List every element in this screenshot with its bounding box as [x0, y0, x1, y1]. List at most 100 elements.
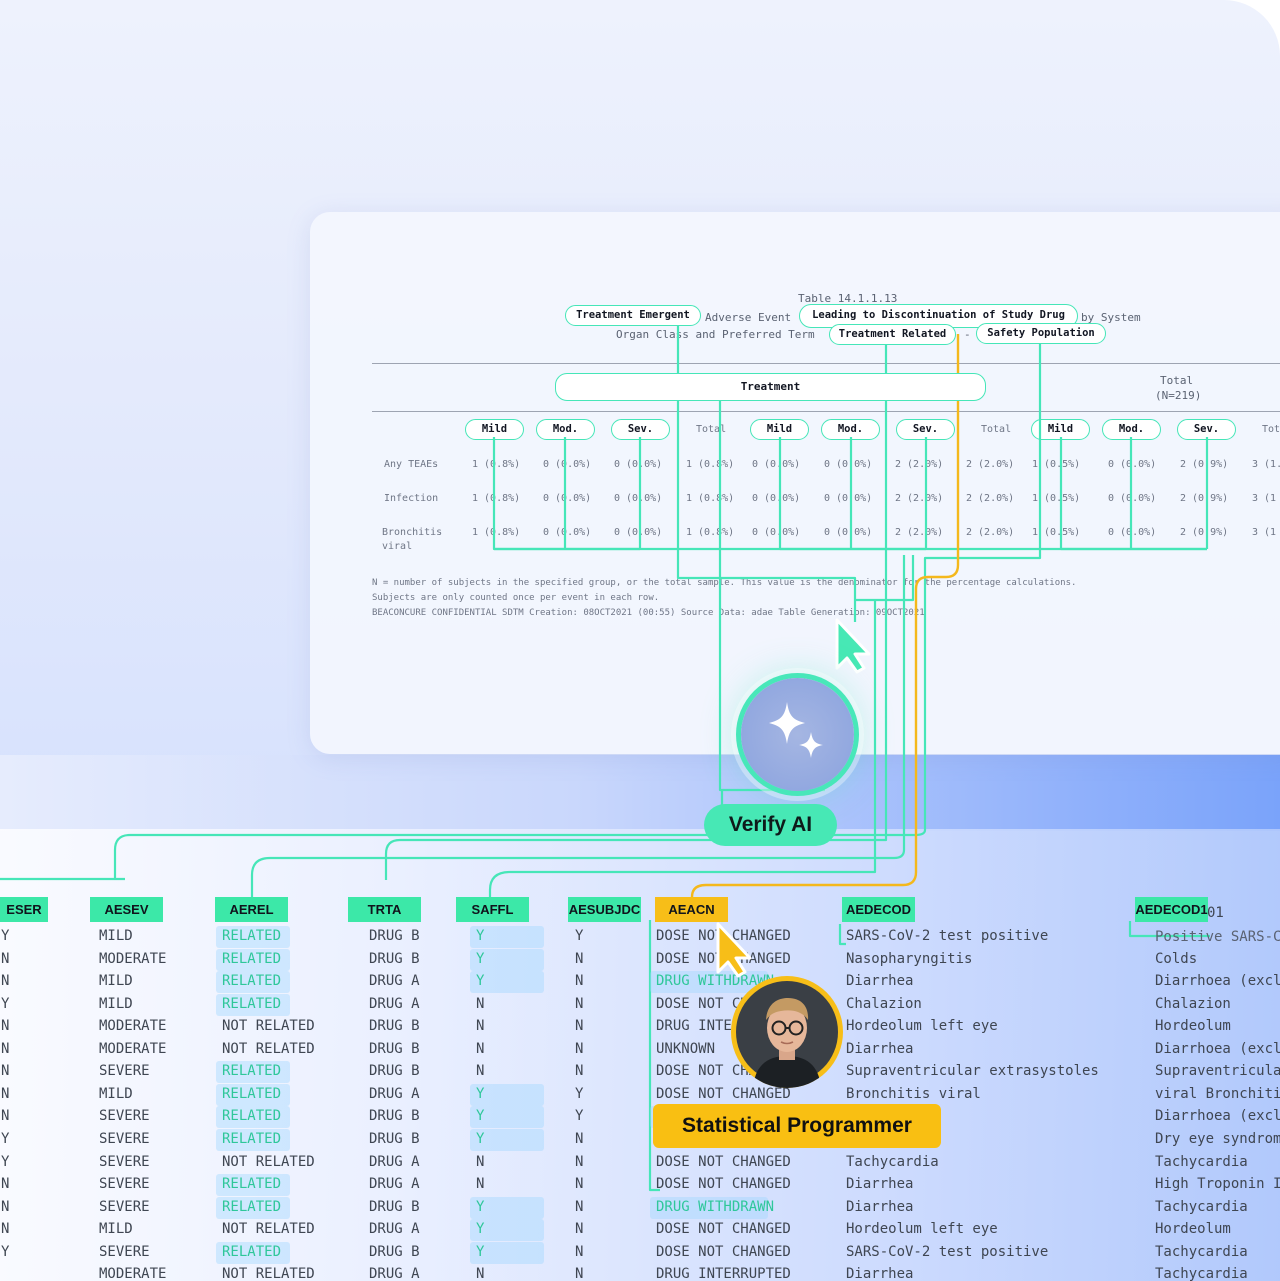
cell-trta[interactable]: DRUG A: [369, 996, 420, 1012]
cell-saffl[interactable]: N: [476, 1176, 484, 1192]
cell-trta[interactable]: DRUG B: [369, 1199, 420, 1215]
cell-saffl[interactable]: Y: [476, 1108, 484, 1124]
verify-ai-orb[interactable]: [741, 678, 854, 791]
cell-aeser[interactable]: N: [1, 1176, 9, 1192]
col-header-aerel[interactable]: AEREL: [215, 897, 288, 922]
cell-aesubjdc[interactable]: Y: [575, 1108, 583, 1124]
cell-trta[interactable]: DRUG B: [369, 928, 420, 944]
chip-safety-population[interactable]: Safety Population: [976, 323, 1106, 344]
chip-treatment[interactable]: Treatment: [555, 373, 986, 401]
cell-aeacn[interactable]: DOSE NOT CHANGED: [656, 1176, 791, 1192]
cell-aedecod[interactable]: Hordeolum left eye: [846, 1221, 998, 1237]
cell-aedecod1[interactable]: Supraventricula: [1155, 1063, 1280, 1079]
cell-aesubjdc[interactable]: Y: [575, 1086, 583, 1102]
cell-trta[interactable]: DRUG B: [369, 1108, 420, 1124]
cell-aerel[interactable]: NOT RELATED: [222, 1041, 315, 1057]
cell-saffl[interactable]: N: [476, 1041, 484, 1057]
cell-trta[interactable]: DRUG B: [369, 1041, 420, 1057]
cell-trta[interactable]: DRUG B: [369, 1063, 420, 1079]
cell-aerel[interactable]: NOT RELATED: [222, 1154, 315, 1170]
cell-aesubjdc[interactable]: N: [575, 1244, 583, 1260]
col-header-aeser[interactable]: ESER: [0, 897, 48, 922]
cell-aesev[interactable]: MILD: [99, 1086, 133, 1102]
col-header-saffl[interactable]: SAFFL: [456, 897, 529, 922]
cell-aeacn[interactable]: DOSE NOT CHANGED: [656, 1244, 791, 1260]
cell-aeser[interactable]: Y: [1, 928, 9, 944]
cell-aerel[interactable]: NOT RELATED: [222, 1266, 315, 1281]
cell-aesev[interactable]: SEVERE: [99, 1244, 150, 1260]
cell-aerel[interactable]: RELATED: [222, 928, 281, 944]
cell-aedecod1[interactable]: Colds: [1155, 951, 1197, 967]
cell-aeser[interactable]: Y: [1, 996, 9, 1012]
cell-aedecod[interactable]: Diarrhea: [846, 1266, 913, 1281]
cell-aesev[interactable]: MODERATE: [99, 1266, 166, 1281]
cell-trta[interactable]: DRUG A: [369, 1221, 420, 1237]
cell-aedecod[interactable]: Hordeolum left eye: [846, 1018, 998, 1034]
cell-aeser[interactable]: N: [1, 973, 9, 989]
cell-aerel[interactable]: RELATED: [222, 996, 281, 1012]
cell-aeser[interactable]: Y: [1, 1154, 9, 1170]
cell-aerel[interactable]: RELATED: [222, 1244, 281, 1260]
cell-trta[interactable]: DRUG A: [369, 973, 420, 989]
cell-aesubjdc[interactable]: N: [575, 951, 583, 967]
cell-aedecod1[interactable]: Tachycardia: [1155, 1266, 1248, 1281]
cell-aeacn[interactable]: DOSE NOT CHANGED: [656, 1086, 791, 1102]
cell-trta[interactable]: DRUG B: [369, 1131, 420, 1147]
cell-aerel[interactable]: RELATED: [222, 951, 281, 967]
cell-aeser[interactable]: N: [1, 1063, 9, 1079]
cell-aesev[interactable]: MILD: [99, 928, 133, 944]
cell-aedecod[interactable]: Diarrhea: [846, 973, 913, 989]
cell-aerel[interactable]: RELATED: [222, 1131, 281, 1147]
cell-aedecod1[interactable]: Tachycardia: [1155, 1154, 1248, 1170]
cell-aeser[interactable]: N: [1, 1108, 9, 1124]
cell-saffl[interactable]: Y: [476, 1221, 484, 1237]
cell-saffl[interactable]: Y: [476, 1086, 484, 1102]
cell-saffl[interactable]: N: [476, 1063, 484, 1079]
cell-aesubjdc[interactable]: N: [575, 996, 583, 1012]
cell-aedecod[interactable]: Diarrhea: [846, 1176, 913, 1192]
cell-trta[interactable]: DRUG A: [369, 1266, 420, 1281]
cell-saffl[interactable]: Y: [476, 1244, 484, 1260]
cell-trta[interactable]: DRUG B: [369, 1244, 420, 1260]
cell-aesubjdc[interactable]: Y: [575, 928, 583, 944]
cell-aesev[interactable]: MILD: [99, 1221, 133, 1237]
cell-aesubjdc[interactable]: N: [575, 973, 583, 989]
cell-trta[interactable]: DRUG B: [369, 1018, 420, 1034]
cell-aerel[interactable]: RELATED: [222, 1176, 281, 1192]
cell-aesev[interactable]: SEVERE: [99, 1063, 150, 1079]
cell-aesev[interactable]: MODERATE: [99, 951, 166, 967]
cell-aedecod1[interactable]: Chalazion: [1155, 996, 1231, 1012]
cell-aesev[interactable]: MILD: [99, 996, 133, 1012]
cell-aerel[interactable]: RELATED: [222, 1199, 281, 1215]
cell-saffl[interactable]: Y: [476, 973, 484, 989]
cell-saffl[interactable]: N: [476, 1018, 484, 1034]
cell-aedecod1[interactable]: Tachycardia: [1155, 1199, 1248, 1215]
verify-ai-button[interactable]: Verify AI: [704, 804, 837, 846]
cell-trta[interactable]: DRUG A: [369, 1154, 420, 1170]
cell-aeser[interactable]: N: [1, 1041, 9, 1057]
cell-aesev[interactable]: SEVERE: [99, 1154, 150, 1170]
cell-aedecod1[interactable]: Diarrhoea (excl: [1155, 973, 1280, 989]
col-header-aedecod1[interactable]: AEDECOD1: [1135, 897, 1208, 922]
cell-aedecod[interactable]: SARS-CoV-2 test positive: [846, 1244, 1048, 1260]
cell-aesev[interactable]: SEVERE: [99, 1176, 150, 1192]
cell-aesubjdc[interactable]: N: [575, 1176, 583, 1192]
cell-aerel[interactable]: NOT RELATED: [222, 1018, 315, 1034]
cell-aesev[interactable]: MODERATE: [99, 1018, 166, 1034]
cell-aedecod[interactable]: Chalazion: [846, 996, 922, 1012]
cell-aedecod1[interactable]: Hordeolum: [1155, 1221, 1231, 1237]
col-header-trta[interactable]: TRTA: [348, 897, 421, 922]
cell-aeacn[interactable]: DRUG WITHDRAWN: [656, 1199, 774, 1215]
cell-trta[interactable]: DRUG A: [369, 1176, 420, 1192]
cell-saffl[interactable]: N: [476, 1266, 484, 1281]
cell-aedecod1[interactable]: Tachycardia: [1155, 1244, 1248, 1260]
cell-aesev[interactable]: SEVERE: [99, 1131, 150, 1147]
cell-aerel[interactable]: NOT RELATED: [222, 1221, 315, 1237]
cell-aedecod[interactable]: Nasopharyngitis: [846, 951, 972, 967]
cell-aerel[interactable]: RELATED: [222, 1108, 281, 1124]
cell-saffl[interactable]: Y: [476, 928, 484, 944]
cell-aesubjdc[interactable]: N: [575, 1018, 583, 1034]
cell-aedecod[interactable]: Diarrhea: [846, 1199, 913, 1215]
cell-aesubjdc[interactable]: N: [575, 1221, 583, 1237]
cell-aesubjdc[interactable]: N: [575, 1266, 583, 1281]
